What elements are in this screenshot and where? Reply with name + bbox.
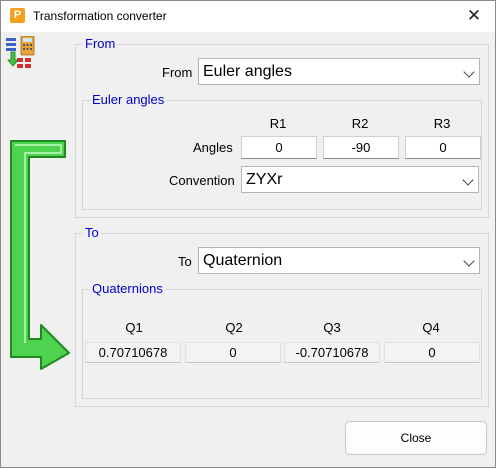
col-header-q3: Q3 [323, 320, 341, 335]
chevron-down-icon[interactable] [463, 66, 475, 78]
converter-logo-icon [6, 36, 35, 68]
to-select[interactable]: Quaternion [198, 247, 480, 274]
col-header-r2: R2 [351, 116, 369, 131]
from-group-legend: From [83, 36, 118, 51]
angle-r3-input[interactable]: 0 [405, 136, 481, 159]
col-header-r3: R3 [433, 116, 451, 131]
convention-label: Convention [169, 173, 235, 188]
to-group: To To Quaternion Quaternions Q1 Q2 Q3 Q4… [75, 225, 489, 407]
angle-r2-input[interactable]: -90 [323, 136, 399, 159]
close-icon[interactable]: ✕ [459, 5, 489, 27]
angles-label: Angles [193, 140, 233, 155]
col-header-q2: Q2 [225, 320, 243, 335]
quaternion-q3-value: -0.70710678 [284, 342, 380, 363]
col-header-q4: Q4 [422, 320, 440, 335]
convention-select[interactable]: ZYXr [241, 166, 479, 193]
euler-angles-group: Euler angles R1 R2 R3 Angles 0 -90 0 Con… [82, 92, 482, 210]
to-group-legend: To [83, 225, 101, 240]
close-button[interactable]: Close [345, 421, 487, 455]
title-bar: P Transformation converter ✕ [1, 1, 495, 32]
quaternions-legend: Quaternions [90, 281, 165, 296]
quaternion-q1-value: 0.70710678 [85, 342, 181, 363]
transformation-converter-window: P Transformation converter ✕ From From E… [0, 0, 496, 468]
quaternion-q2-value: 0 [185, 342, 281, 363]
quaternion-q4-value: 0 [384, 342, 480, 363]
window-title: Transformation converter [33, 9, 167, 23]
chevron-down-icon[interactable] [462, 174, 474, 186]
to-select-value: Quaternion [203, 252, 283, 269]
euler-angles-legend: Euler angles [90, 92, 167, 107]
from-label: From [162, 65, 193, 80]
col-header-q1: Q1 [125, 320, 143, 335]
chevron-down-icon[interactable] [463, 255, 475, 267]
col-header-r1: R1 [269, 116, 287, 131]
convention-select-value: ZYXr [246, 171, 283, 188]
from-select[interactable]: Euler angles [198, 58, 480, 85]
green-arrow-icon [10, 140, 70, 370]
angle-r1-input[interactable]: 0 [241, 136, 317, 159]
app-icon: P [10, 8, 25, 23]
from-select-value: Euler angles [203, 63, 292, 80]
to-label: To [178, 254, 192, 269]
from-group: From From Euler angles Euler angles R1 R… [75, 36, 489, 218]
quaternions-group: Quaternions Q1 Q2 Q3 Q4 0.70710678 0 -0.… [82, 281, 482, 399]
